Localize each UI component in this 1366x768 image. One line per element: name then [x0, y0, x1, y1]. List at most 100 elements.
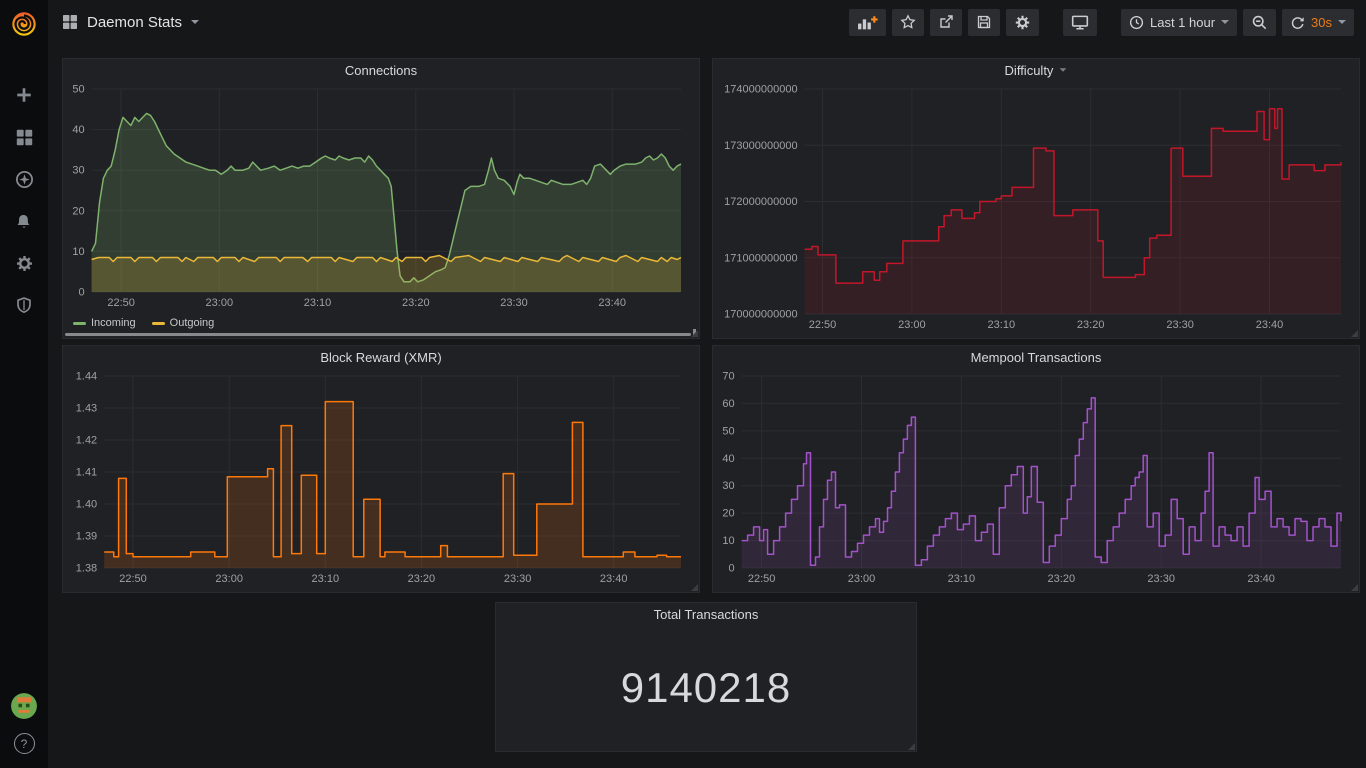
configuration-gear-icon[interactable] — [13, 252, 35, 274]
svg-text:23:40: 23:40 — [1247, 573, 1275, 585]
zoom-out-button[interactable] — [1243, 9, 1276, 36]
panel-title-mempool[interactable]: Mempool Transactions — [713, 346, 1359, 368]
svg-text:23:30: 23:30 — [1166, 319, 1194, 331]
svg-text:50: 50 — [722, 425, 734, 437]
dashboards-icon[interactable] — [13, 126, 35, 148]
user-avatar[interactable] — [11, 693, 37, 719]
svg-text:23:00: 23:00 — [206, 297, 234, 309]
dashboard-grid-icon — [62, 14, 78, 30]
svg-text:23:20: 23:20 — [1077, 319, 1105, 331]
time-picker-button[interactable]: Last 1 hour — [1121, 9, 1237, 36]
svg-text:23:20: 23:20 — [402, 297, 430, 309]
svg-text:171000000000: 171000000000 — [724, 252, 797, 264]
panel-title-block-reward[interactable]: Block Reward (XMR) — [63, 346, 699, 368]
svg-text:23:10: 23:10 — [948, 573, 976, 585]
sidebar: ? — [0, 0, 48, 768]
grafana-flame-icon — [9, 9, 39, 39]
time-range-label: Last 1 hour — [1150, 15, 1215, 30]
legend: Incoming Outgoing — [73, 317, 214, 329]
cycle-view-monitor-button[interactable] — [1063, 9, 1097, 36]
explore-compass-icon[interactable] — [13, 168, 35, 190]
svg-text:40: 40 — [72, 124, 84, 136]
refresh-caret-down-icon — [1338, 20, 1346, 24]
svg-text:23:00: 23:00 — [215, 573, 243, 585]
time-picker-caret-down-icon — [1221, 20, 1229, 24]
star-button[interactable] — [892, 9, 924, 36]
legend-item-incoming[interactable]: Incoming — [73, 317, 136, 329]
panel-total-transactions: Total Transactions 9140218 — [495, 602, 917, 752]
total-transactions-value: 9140218 — [496, 625, 916, 751]
dashboard-title-group[interactable]: Daemon Stats — [62, 14, 199, 31]
legend-marker-incoming — [73, 322, 86, 325]
sidebar-bottom: ? — [11, 693, 37, 768]
svg-text:1.44: 1.44 — [76, 371, 97, 383]
svg-text:1.39: 1.39 — [76, 531, 97, 543]
svg-text:70: 70 — [722, 371, 734, 383]
svg-text:1.38: 1.38 — [76, 563, 97, 575]
resize-handle[interactable] — [691, 584, 698, 591]
horizontal-scrollbar[interactable] — [65, 333, 691, 336]
toolbar: Last 1 hour 30s — [849, 9, 1354, 36]
legend-marker-outgoing — [152, 322, 165, 325]
panel-title-caret-down-icon — [1060, 68, 1067, 71]
svg-text:30: 30 — [72, 165, 84, 177]
settings-gear-button[interactable] — [1006, 9, 1039, 36]
svg-text:23:30: 23:30 — [500, 297, 528, 309]
svg-text:20: 20 — [72, 205, 84, 217]
server-admin-shield-icon[interactable] — [13, 294, 35, 316]
block-reward-chart[interactable]: 1.381.391.401.411.421.431.4422:5023:0023… — [67, 368, 695, 586]
save-button[interactable] — [968, 9, 1000, 36]
svg-text:50: 50 — [72, 84, 84, 96]
connections-chart[interactable]: 0102030405022:5023:0023:1023:2023:3023:4… — [67, 81, 695, 310]
svg-text:23:00: 23:00 — [898, 319, 926, 331]
svg-text:0: 0 — [78, 287, 84, 299]
alerting-bell-icon[interactable] — [13, 210, 35, 232]
svg-text:10: 10 — [72, 246, 84, 258]
resize-handle[interactable] — [908, 743, 915, 750]
svg-text:23:30: 23:30 — [1147, 573, 1175, 585]
refresh-button[interactable]: 30s — [1282, 9, 1354, 36]
svg-text:30: 30 — [722, 480, 734, 492]
svg-text:23:10: 23:10 — [304, 297, 332, 309]
add-panel-button[interactable] — [849, 9, 886, 36]
svg-text:0: 0 — [728, 563, 734, 575]
share-button[interactable] — [930, 9, 962, 36]
clock-icon — [1129, 15, 1144, 30]
legend-item-outgoing[interactable]: Outgoing — [152, 317, 215, 329]
svg-text:60: 60 — [722, 398, 734, 410]
dashboard: Connections 0 10 20 30 40 50 22:50 23:00 23:10 23… — [48, 44, 1366, 768]
svg-text:170000000000: 170000000000 — [724, 309, 797, 321]
svg-text:23:40: 23:40 — [600, 573, 628, 585]
help-icon[interactable]: ? — [14, 733, 35, 754]
svg-text:22:50: 22:50 — [809, 319, 837, 331]
page-title: Daemon Stats — [87, 14, 182, 31]
mempool-chart[interactable]: 01020304050607022:5023:0023:1023:2023:30… — [717, 368, 1355, 586]
sidebar-menu — [13, 84, 35, 316]
svg-text:174000000000: 174000000000 — [724, 84, 797, 96]
title-caret-down-icon — [191, 20, 199, 24]
resize-handle[interactable] — [1351, 330, 1358, 337]
svg-text:10: 10 — [722, 535, 734, 547]
svg-text:23:20: 23:20 — [1048, 573, 1076, 585]
panel-title-total-transactions[interactable]: Total Transactions — [496, 603, 916, 625]
svg-text:22:50: 22:50 — [748, 573, 776, 585]
svg-text:23:20: 23:20 — [408, 573, 436, 585]
panel-title-difficulty[interactable]: Difficulty — [713, 59, 1359, 81]
svg-text:1.43: 1.43 — [76, 403, 97, 415]
grafana-logo[interactable] — [0, 0, 48, 48]
svg-text:172000000000: 172000000000 — [724, 196, 797, 208]
difficulty-chart[interactable]: 1700000000001710000000001720000000001730… — [717, 81, 1355, 332]
create-plus-icon[interactable] — [13, 84, 35, 106]
svg-text:20: 20 — [722, 508, 734, 520]
svg-text:1.42: 1.42 — [76, 435, 97, 447]
svg-text:23:10: 23:10 — [312, 573, 340, 585]
refresh-icon — [1290, 15, 1305, 30]
resize-handle[interactable] — [691, 330, 698, 337]
panel-difficulty: Difficulty 170000000000 171000000000 17200… — [712, 58, 1360, 339]
resize-handle[interactable] — [1351, 584, 1358, 591]
refresh-interval-label: 30s — [1311, 15, 1332, 30]
panel-title-connections[interactable]: Connections — [63, 59, 699, 81]
svg-text:1.40: 1.40 — [76, 499, 97, 511]
svg-text:23:00: 23:00 — [848, 573, 876, 585]
grafana-app: ? Daemon Stats — [0, 0, 1366, 768]
